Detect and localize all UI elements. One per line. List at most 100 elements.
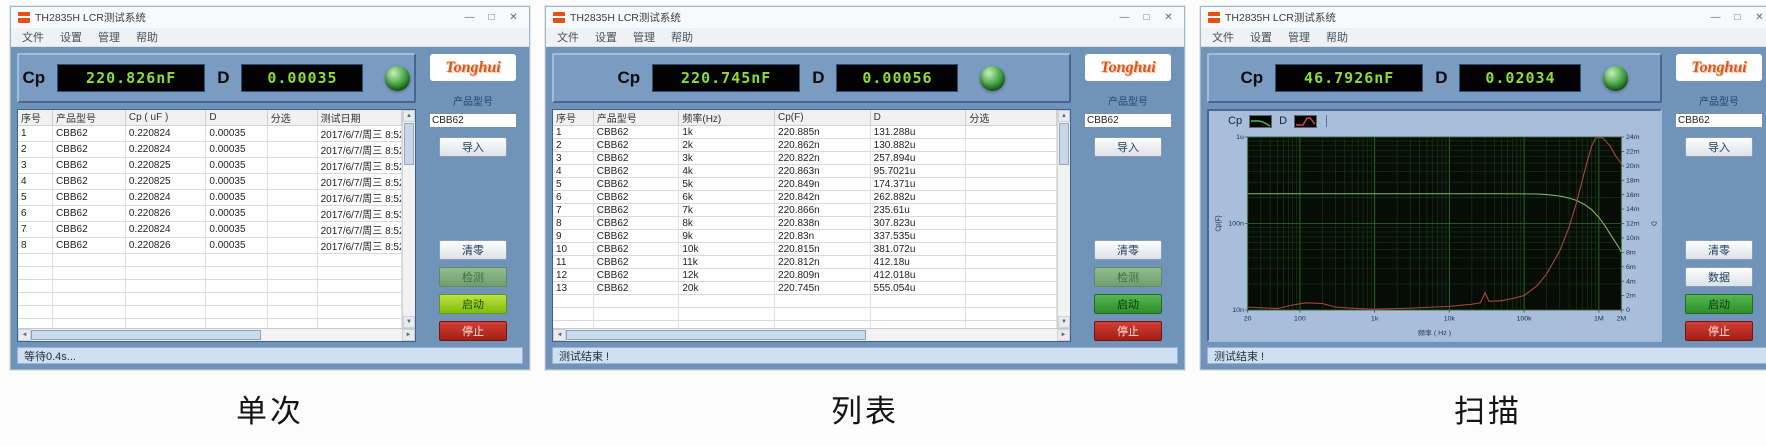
maximize-icon[interactable]: □ xyxy=(1729,12,1746,23)
caption-single: 单次 xyxy=(236,394,304,429)
menu-item[interactable]: 管理 xyxy=(90,29,128,45)
menu-item[interactable]: 帮助 xyxy=(1318,29,1356,45)
close-icon[interactable]: ✕ xyxy=(1751,12,1766,23)
action-button[interactable]: 停止 xyxy=(439,321,507,341)
tab-cp-label: Cp xyxy=(1228,115,1243,127)
scroll-right-icon[interactable]: ► xyxy=(402,329,415,341)
scrollbar-track[interactable] xyxy=(1058,166,1070,316)
table-row[interactable]: 5 CBB62 0.220824 0.00035 2017/6/7/周三 8:52 xyxy=(18,189,403,206)
table-row[interactable]: 5 CBB62 5k 220.849n 174.371u xyxy=(553,177,1057,191)
menu-item[interactable]: 文件 xyxy=(549,29,587,45)
scroll-down-icon[interactable]: ▼ xyxy=(1058,316,1070,328)
close-icon[interactable]: ✕ xyxy=(1160,12,1177,23)
svg-text:1u: 1u xyxy=(1236,134,1244,141)
d-value-display: 0.00056 xyxy=(836,64,959,92)
action-button[interactable]: 停止 xyxy=(1094,321,1162,341)
scrollbar-track[interactable] xyxy=(403,166,415,316)
menu-item[interactable]: 设置 xyxy=(1242,29,1280,45)
action-button[interactable]: 检测 xyxy=(439,267,507,287)
scroll-up-icon[interactable]: ▲ xyxy=(1058,110,1070,122)
product-model-input[interactable] xyxy=(1084,113,1172,128)
product-model-input[interactable] xyxy=(1675,113,1763,128)
scrollbar-track[interactable] xyxy=(261,329,402,341)
scrollbar-thumb[interactable] xyxy=(31,330,262,340)
scroll-down-icon[interactable]: ▼ xyxy=(403,316,415,328)
table-cell xyxy=(965,216,1057,230)
import-button[interactable]: 导入 xyxy=(1094,137,1162,157)
minimize-icon[interactable]: — xyxy=(461,12,478,23)
maximize-icon[interactable]: □ xyxy=(483,12,500,23)
vertical-scrollbar[interactable]: ▲ ▼ xyxy=(402,110,415,328)
menu-item[interactable]: 文件 xyxy=(1204,29,1242,45)
table-row[interactable]: 8 CBB62 8k 220.838n 307.823u xyxy=(553,216,1057,230)
menu-item[interactable]: 设置 xyxy=(52,29,90,45)
table-row[interactable]: 1 CBB62 1k 220.885n 131.288u xyxy=(553,125,1057,139)
table-row[interactable]: 4 CBB62 0.220825 0.00035 2017/6/7/周三 8:52 xyxy=(18,173,403,190)
table-row[interactable]: 6 CBB62 0.220826 0.00035 2017/6/7/周三 8:53 xyxy=(18,205,403,222)
product-model-input[interactable] xyxy=(429,113,517,128)
table-cell xyxy=(267,189,318,206)
table-row[interactable]: 13 CBB62 20k 220.745n 555.054u xyxy=(553,281,1057,295)
scroll-right-icon[interactable]: ► xyxy=(1057,329,1070,341)
table-cell: 9 xyxy=(553,229,594,243)
menu-item[interactable]: 帮助 xyxy=(663,29,701,45)
table-row[interactable]: 1 CBB62 0.220824 0.00035 2017/6/7/周三 8:52 xyxy=(18,125,403,142)
table-cell: CBB62 xyxy=(593,268,680,282)
table-cell: 0.00035 xyxy=(205,221,268,238)
action-button[interactable]: 数据 xyxy=(1685,267,1753,287)
action-button[interactable]: 检测 xyxy=(1094,267,1162,287)
minimize-icon[interactable]: — xyxy=(1116,12,1133,23)
table-cell xyxy=(965,125,1057,139)
maximize-icon[interactable]: □ xyxy=(1138,12,1155,23)
action-button[interactable]: 启动 xyxy=(1685,294,1753,314)
action-button[interactable]: 启动 xyxy=(439,294,507,314)
scrollbar-track[interactable] xyxy=(866,329,1057,341)
table-row[interactable]: 9 CBB62 9k 220.83n 337.535u xyxy=(553,229,1057,243)
table-row[interactable]: 6 CBB62 6k 220.842n 262.882u xyxy=(553,190,1057,204)
green-curve-icon[interactable] xyxy=(1249,114,1273,128)
table-row[interactable]: 3 CBB62 0.220825 0.00035 2017/6/7/周三 8:52 xyxy=(18,157,403,174)
table-row[interactable]: 7 CBB62 0.220824 0.00035 2017/6/7/周三 8:52 xyxy=(18,221,403,238)
import-button[interactable]: 导入 xyxy=(439,137,507,157)
menu-item[interactable]: 文件 xyxy=(14,29,52,45)
svg-text:100n: 100n xyxy=(1228,221,1244,228)
scroll-left-icon[interactable]: ◄ xyxy=(553,329,566,341)
close-icon[interactable]: ✕ xyxy=(505,12,522,23)
client-area: Cp 220.745nF D 0.00056 序号 产品型号 频率(Hz) Cp(F)… xyxy=(546,47,1184,369)
table-cell xyxy=(965,229,1057,243)
table-row[interactable]: 4 CBB62 4k 220.863n 95.7021u xyxy=(553,164,1057,178)
menu-item[interactable]: 管理 xyxy=(625,29,663,45)
column-header: 测试日期 xyxy=(316,110,403,126)
scrollbar-thumb[interactable] xyxy=(566,330,866,340)
empty-row xyxy=(18,266,403,280)
menu-item[interactable]: 帮助 xyxy=(128,29,166,45)
action-button[interactable]: 停止 xyxy=(1685,321,1753,341)
action-button[interactable]: 清零 xyxy=(439,240,507,260)
table-row[interactable]: 7 CBB62 7k 220.866n 235.61u xyxy=(553,203,1057,217)
table-row[interactable]: 10 CBB62 10k 220.815n 381.072u xyxy=(553,242,1057,256)
horizontal-scrollbar[interactable]: ◄ ► xyxy=(553,328,1070,341)
table-row[interactable]: 12 CBB62 12k 220.809n 412.018u xyxy=(553,268,1057,282)
action-button[interactable]: 清零 xyxy=(1094,240,1162,260)
action-button[interactable]: 清零 xyxy=(1685,240,1753,260)
table-row[interactable]: 11 CBB62 11k 220.812n 412.18u xyxy=(553,255,1057,269)
table-row[interactable]: 2 CBB62 0.220824 0.00035 2017/6/7/周三 8:52 xyxy=(18,141,403,158)
import-button[interactable]: 导入 xyxy=(1685,137,1753,157)
table-row[interactable]: 8 CBB62 0.220826 0.00035 2017/6/7/周三 8:52 xyxy=(18,237,403,254)
table-cell xyxy=(965,190,1057,204)
vertical-scrollbar[interactable]: ▲ ▼ xyxy=(1057,110,1070,328)
menubar: 文件 设置 管理 帮助 xyxy=(1201,28,1766,47)
scrollbar-thumb[interactable] xyxy=(1059,123,1069,165)
scroll-up-icon[interactable]: ▲ xyxy=(403,110,415,122)
menu-item[interactable]: 设置 xyxy=(587,29,625,45)
action-button[interactable]: 启动 xyxy=(1094,294,1162,314)
horizontal-scrollbar[interactable]: ◄ ► xyxy=(18,328,415,341)
minimize-icon[interactable]: — xyxy=(1707,12,1724,23)
table-cell xyxy=(267,141,318,158)
table-row[interactable]: 3 CBB62 3k 220.822n 257.894u xyxy=(553,151,1057,165)
scroll-left-icon[interactable]: ◄ xyxy=(18,329,31,341)
scrollbar-thumb[interactable] xyxy=(404,123,414,165)
table-row[interactable]: 2 CBB62 2k 220.862n 130.882u xyxy=(553,138,1057,152)
red-curve-icon[interactable] xyxy=(1294,114,1318,128)
menu-item[interactable]: 管理 xyxy=(1280,29,1318,45)
